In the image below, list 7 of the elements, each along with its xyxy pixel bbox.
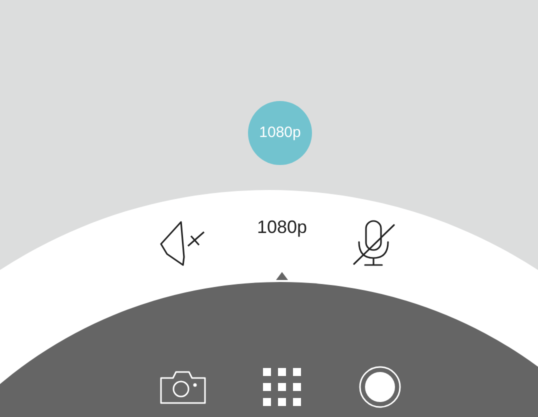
- resolution-label[interactable]: 1080p: [246, 214, 318, 241]
- record-button[interactable]: [358, 365, 402, 409]
- microphone-icon[interactable]: [351, 220, 397, 268]
- grid-icon[interactable]: [262, 367, 302, 407]
- camera-icon[interactable]: [159, 369, 207, 405]
- speaker-icon[interactable]: [159, 220, 205, 268]
- pointer-icon: [276, 272, 288, 280]
